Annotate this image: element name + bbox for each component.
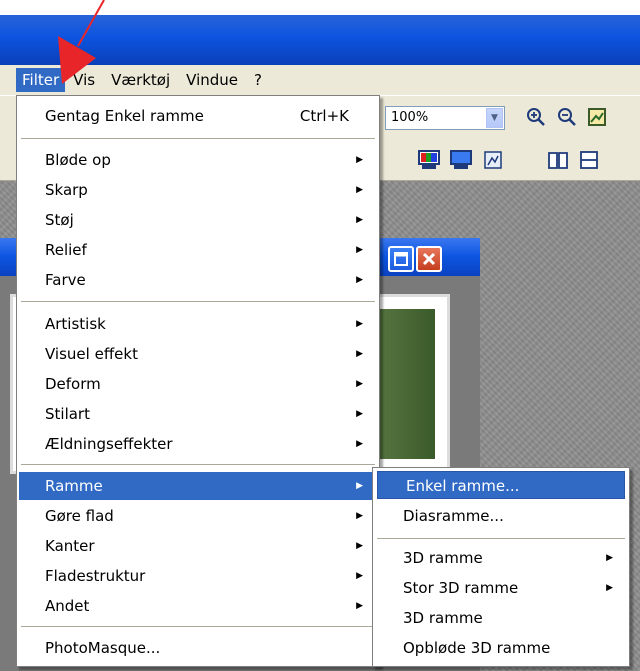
ramme-submenu: Enkel ramme... Diasramme... 3D ramme ▶ St… (372, 467, 630, 667)
menu-help[interactable]: ? (246, 68, 270, 92)
menu-item-label: Andet (45, 597, 90, 615)
menu-item-label: Kanter (45, 537, 95, 555)
menu-item-gore-flad[interactable]: Gøre flad ▶ (19, 502, 377, 530)
menu-item-farve[interactable]: Farve ▶ (19, 266, 377, 294)
menu-item-3d-ramme[interactable]: 3D ramme ▶ (375, 544, 627, 572)
print-icon[interactable] (578, 149, 600, 171)
menu-item-andet[interactable]: Andet ▶ (19, 592, 377, 620)
menu-item-repeat[interactable]: Gentag Enkel ramme Ctrl+K (19, 102, 377, 130)
close-button[interactable] (416, 246, 442, 272)
zoom-out-icon[interactable] (556, 106, 578, 128)
fit-window-icon[interactable] (586, 106, 608, 128)
menu-item-label: Ældningseffekter (45, 435, 173, 453)
menu-item-label: Gentag Enkel ramme (45, 107, 204, 125)
menu-item-kanter[interactable]: Kanter ▶ (19, 532, 377, 560)
menu-item-label: Bløde op (45, 151, 111, 169)
menu-separator (21, 138, 375, 139)
maximize-button[interactable] (388, 246, 414, 272)
menu-item-fladestruktur[interactable]: Fladestruktur ▶ (19, 562, 377, 590)
submenu-arrow-icon: ▶ (356, 245, 363, 255)
menu-item-3d-ramme-2[interactable]: 3D ramme (375, 604, 627, 632)
menu-vindue[interactable]: Vindue (178, 68, 246, 92)
color-adjust-icon[interactable] (418, 149, 440, 171)
menu-item-label: 3D ramme (403, 549, 483, 567)
menu-item-deform[interactable]: Deform ▶ (19, 370, 377, 398)
menu-item-label: Stor 3D ramme (403, 579, 519, 597)
red-arrow-icon (58, 0, 105, 84)
menu-item-diasramme[interactable]: Diasramme... (375, 502, 627, 530)
menu-separator (21, 464, 375, 465)
book-icon[interactable] (547, 149, 569, 171)
submenu-arrow-icon: ▶ (356, 571, 363, 581)
menu-item-label: Stilart (45, 405, 90, 423)
zoom-in-icon[interactable] (525, 106, 547, 128)
menu-item-aeldningseffekter[interactable]: Ældningseffekter ▶ (19, 430, 377, 458)
chevron-down-icon[interactable]: ▼ (486, 108, 503, 128)
menu-item-label: Støj (45, 211, 74, 229)
menu-item-stoj[interactable]: Støj ▶ (19, 206, 377, 234)
menu-separator (21, 301, 375, 302)
submenu-arrow-icon: ▶ (356, 601, 363, 611)
menu-item-label: PhotoMasque... (45, 639, 161, 657)
zoom-select[interactable]: 100% ▼ (385, 106, 505, 130)
submenu-arrow-icon: ▶ (356, 319, 363, 329)
menu-item-label: Farve (45, 271, 86, 289)
menu-item-label: Artistisk (45, 315, 106, 333)
submenu-arrow-icon: ▶ (356, 275, 363, 285)
menu-item-photomasque[interactable]: PhotoMasque... (19, 634, 377, 662)
submenu-arrow-icon: ▶ (356, 379, 363, 389)
menu-item-label: Enkel ramme... (406, 477, 520, 495)
monitor-icon[interactable] (450, 149, 472, 171)
filter-menu: Gentag Enkel ramme Ctrl+K Bløde op ▶ Skar… (16, 95, 380, 667)
submenu-arrow-icon: ▶ (356, 511, 363, 521)
submenu-arrow-icon: ▶ (606, 583, 613, 593)
submenu-arrow-icon: ▶ (356, 215, 363, 225)
submenu-arrow-icon: ▶ (356, 481, 363, 491)
image-icon[interactable] (482, 149, 504, 171)
menu-item-label: 3D ramme (403, 609, 483, 627)
menu-item-label: Opbløde 3D ramme (403, 639, 551, 657)
menu-item-label: Fladestruktur (45, 567, 146, 585)
menu-item-stilart[interactable]: Stilart ▶ (19, 400, 377, 428)
menu-item-stor-3d-ramme[interactable]: Stor 3D ramme ▶ (375, 574, 627, 602)
menu-item-visuel-effekt[interactable]: Visuel effekt ▶ (19, 340, 377, 368)
menu-separator (21, 626, 375, 627)
submenu-arrow-icon: ▶ (356, 541, 363, 551)
menu-item-label: Skarp (45, 181, 88, 199)
shortcut-label: Ctrl+K (299, 107, 349, 125)
menu-item-label: Relief (45, 241, 87, 259)
menu-item-blode-op[interactable]: Bløde op ▶ (19, 146, 377, 174)
menu-item-label: Visuel effekt (45, 345, 138, 363)
submenu-arrow-icon: ▶ (356, 349, 363, 359)
menu-item-artistisk[interactable]: Artistisk ▶ (19, 310, 377, 338)
submenu-arrow-icon: ▶ (606, 553, 613, 563)
menu-item-label: Gøre flad (45, 507, 114, 525)
menu-separator (377, 538, 625, 539)
menu-item-label: Deform (45, 375, 101, 393)
menu-item-ramme[interactable]: Ramme ▶ (19, 472, 377, 500)
submenu-arrow-icon: ▶ (356, 439, 363, 449)
submenu-arrow-icon: ▶ (356, 409, 363, 419)
menu-item-label: Ramme (45, 477, 103, 495)
submenu-arrow-icon: ▶ (356, 155, 363, 165)
zoom-value: 100% (391, 110, 429, 125)
menu-item-relief[interactable]: Relief ▶ (19, 236, 377, 264)
menu-item-skarp[interactable]: Skarp ▶ (19, 176, 377, 204)
submenu-arrow-icon: ▶ (356, 185, 363, 195)
menu-item-label: Diasramme... (403, 507, 504, 525)
menu-item-opblode-3d-ramme[interactable]: Opbløde 3D ramme (375, 634, 627, 662)
menu-item-enkel-ramme[interactable]: Enkel ramme... (377, 471, 625, 499)
